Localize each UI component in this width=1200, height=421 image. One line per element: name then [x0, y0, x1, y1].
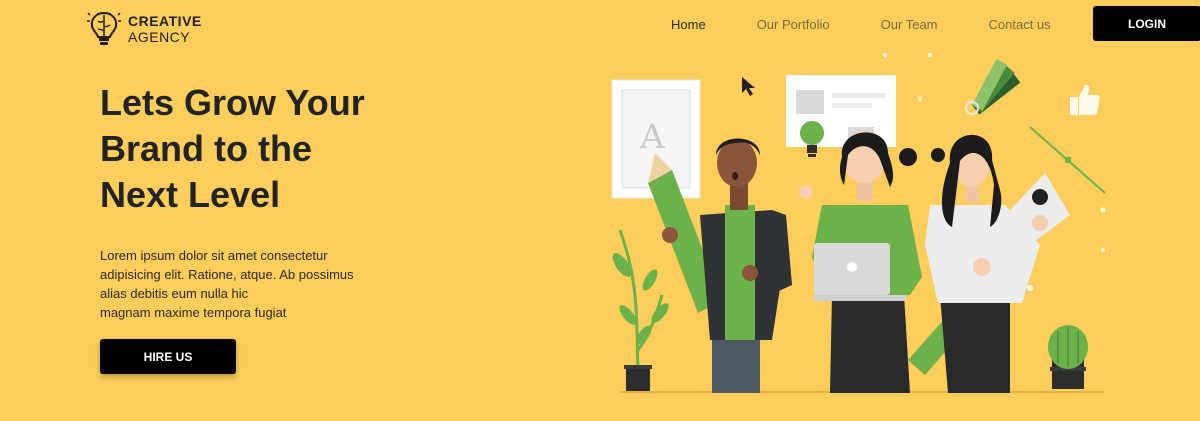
potted-plant-icon [612, 229, 669, 391]
brand-line2: AGENCY [128, 29, 191, 45]
hero-headline: Lets Grow Your Brand to the Next Level [100, 80, 420, 218]
frame-letter: A [639, 117, 665, 157]
main-nav: Home Our Portfolio Our Team Contact us [671, 17, 1102, 32]
login-button[interactable]: LOGIN [1093, 6, 1200, 41]
nav-team[interactable]: Our Team [881, 17, 938, 32]
lead-line-1: Lorem ipsum dolor sit amet consectetur [100, 248, 328, 263]
brain-bulb-icon [87, 11, 121, 45]
nav-contact[interactable]: Contact us [989, 17, 1051, 32]
woman-laptop-figure [799, 131, 922, 393]
lightbulb-icon [800, 121, 824, 157]
lead-line-3: alias debitis eum nulla hic [100, 286, 249, 301]
brand-name: CREATIVE AGENCY [128, 13, 202, 45]
nav-portfolio[interactable]: Our Portfolio [757, 17, 830, 32]
hire-us-button[interactable]: HIRE US [100, 339, 236, 374]
headline-line-1: Lets Grow Your [100, 82, 365, 123]
lead-line-2: adipisicing elit. Ratione, atque. Ab pos… [100, 267, 354, 282]
cursor-icon [742, 77, 755, 96]
team-illustration: A [611, 53, 1106, 393]
nav-home[interactable]: Home [671, 17, 706, 32]
color-swatch-icon [965, 59, 1021, 115]
brand-line1: CREATIVE [128, 13, 202, 29]
woman-pen-figure [925, 134, 1048, 393]
brand-logo[interactable]: CREATIVE AGENCY [86, 9, 202, 49]
headline-line-2: Brand to the [100, 128, 312, 169]
lead-line-4: magnam maxime tempora fugiat [100, 305, 287, 320]
headline-line-3: Next Level [100, 174, 281, 215]
cactus-icon [1048, 325, 1088, 389]
thumbs-up-icon [1070, 85, 1100, 115]
hero-lead-text: Lorem ipsum dolor sit amet consectetur a… [100, 246, 380, 322]
